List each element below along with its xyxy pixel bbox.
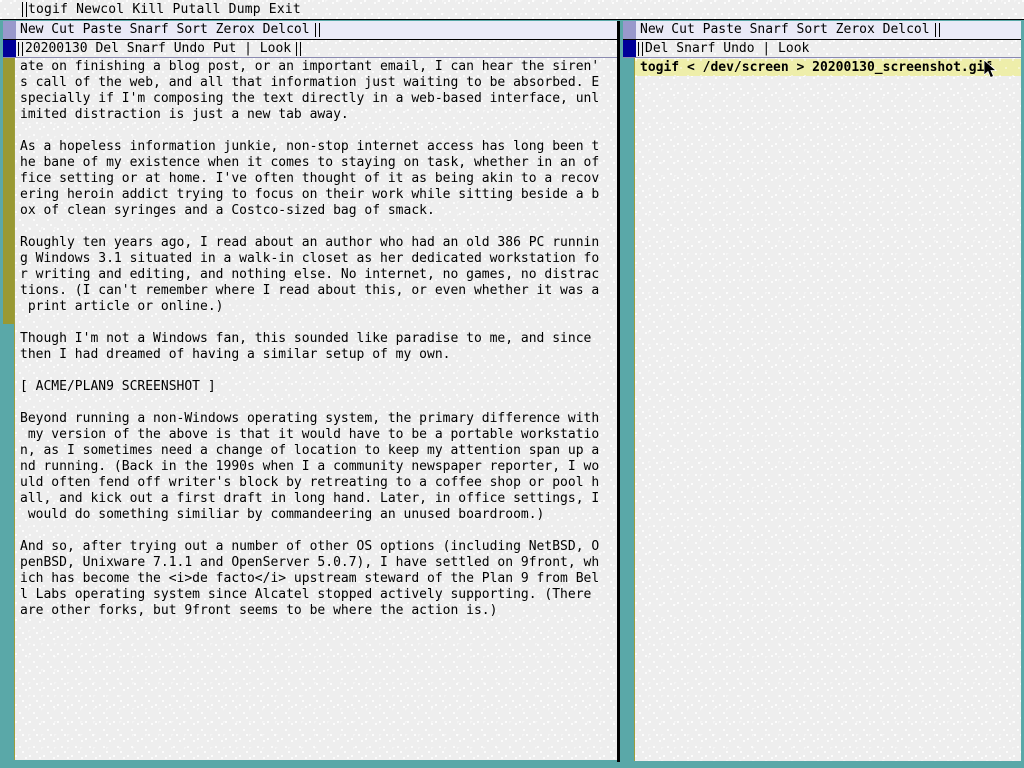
left-window-body-row: ate on finishing a blog post, or an impo… (3, 58, 617, 760)
left-column-tag[interactable]: New Cut Paste Snarf Sort Zerox Delcol (3, 21, 617, 40)
left-column: New Cut Paste Snarf Sort Zerox Delcol 20… (3, 21, 617, 762)
left-window-body[interactable]: ate on finishing a blog post, or an impo… (15, 58, 617, 760)
column-divider[interactable] (617, 21, 620, 762)
right-column-tag[interactable]: New Cut Paste Snarf Sort Zerox Delcol (623, 21, 1021, 40)
global-menu-label[interactable]: togif Newcol Kill Putall Dump Exit (28, 2, 301, 18)
acme-desktop: togif Newcol Kill Putall Dump Exit New C… (0, 0, 1024, 768)
left-window-tag-end-caret-icon (296, 41, 302, 56)
right-column-tag-caret-icon (934, 23, 940, 37)
right-window-tag-label[interactable]: Del Snarf Undo | Look (645, 41, 809, 57)
right-window-command-line[interactable]: togif < /dev/screen > 20200130_screensho… (635, 59, 1021, 76)
left-window-text[interactable]: ate on finishing a blog post, or an impo… (20, 59, 617, 619)
right-column-tag-label[interactable]: New Cut Paste Snarf Sort Zerox Delcol (640, 22, 930, 38)
menu-caret-icon (22, 2, 27, 17)
left-window-tag[interactable]: 20200130 Del Snarf Undo Put | Look (3, 40, 617, 58)
left-column-tag-caret-icon (314, 23, 320, 37)
right-scrollbar[interactable] (623, 58, 635, 761)
right-window-body[interactable]: togif < /dev/screen > 20200130_screensho… (635, 58, 1021, 761)
left-window-tag-caret-icon (18, 41, 23, 56)
right-column: New Cut Paste Snarf Sort Zerox Delcol De… (623, 21, 1021, 762)
right-window-tag[interactable]: Del Snarf Undo | Look (623, 40, 1021, 58)
right-window-tag-caret-icon (638, 41, 643, 56)
column-grip-icon[interactable] (3, 21, 16, 39)
left-scrollbar-thumb[interactable] (3, 58, 14, 324)
acme-global-menu[interactable]: togif Newcol Kill Putall Dump Exit (0, 0, 1024, 20)
window-grip-icon[interactable] (623, 40, 636, 57)
left-scrollbar[interactable] (3, 58, 15, 760)
left-window-tag-label[interactable]: 20200130 Del Snarf Undo Put | Look (25, 41, 291, 57)
right-window-body-row: togif < /dev/screen > 20200130_screensho… (623, 58, 1021, 761)
window-grip-icon[interactable] (3, 40, 16, 57)
left-column-tag-label[interactable]: New Cut Paste Snarf Sort Zerox Delcol (20, 22, 310, 38)
column-grip-icon[interactable] (623, 21, 636, 39)
